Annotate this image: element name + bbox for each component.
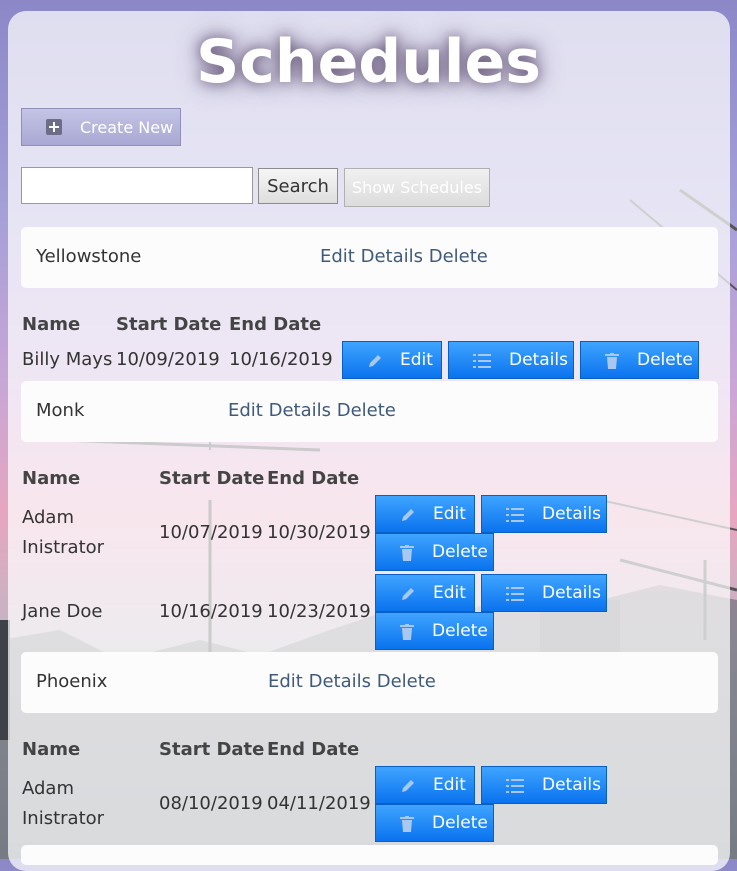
row-start-date: 08/10/2019 (159, 793, 263, 814)
delete-button[interactable]: Delete (375, 533, 494, 571)
schedule-name: Monk (36, 400, 85, 421)
trash-icon (400, 545, 416, 561)
delete-button-label: Delete (432, 813, 488, 833)
details-link[interactable]: Details (269, 400, 331, 421)
row-end-date: 10/23/2019 (267, 601, 371, 622)
list-icon (473, 353, 491, 369)
details-link[interactable]: Details (361, 246, 423, 267)
edit-link[interactable]: Edit (228, 400, 263, 421)
trash-icon (605, 353, 621, 369)
row-name-line1: Adam (22, 778, 74, 799)
row-start-date: 10/09/2019 (116, 349, 220, 370)
header-name: Name (22, 468, 81, 489)
delete-button[interactable]: Delete (580, 341, 699, 379)
page-title: Schedules (196, 27, 541, 97)
row-name-line2: Inistrator (22, 808, 105, 829)
schedule-name: Yellowstone (36, 246, 142, 267)
schedule-card: Monk Edit Details Delete (21, 381, 718, 442)
details-button-label: Details (542, 504, 601, 524)
plus-icon (46, 119, 62, 135)
schedule-card: Yellowstone Edit Details Delete (21, 227, 718, 288)
header-start-date: Start Date (159, 739, 265, 760)
list-icon (506, 778, 524, 794)
pencil-icon (400, 778, 416, 794)
edit-link[interactable]: Edit (268, 671, 303, 692)
row-start-date: 10/16/2019 (159, 601, 263, 622)
delete-button-label: Delete (432, 621, 488, 641)
header-start-date: Start Date (159, 468, 265, 489)
trash-icon (400, 624, 416, 640)
delete-link[interactable]: Delete (377, 671, 436, 692)
edit-button-label: Edit (400, 350, 433, 370)
details-button[interactable]: Details (481, 574, 607, 612)
edit-button-label: Edit (433, 504, 466, 524)
show-schedules-button[interactable]: Show Schedules (344, 168, 490, 207)
schedule-links: Edit Details Delete (268, 671, 436, 692)
delete-button[interactable]: Delete (375, 804, 494, 842)
edit-link[interactable]: Edit (320, 246, 355, 267)
header-end-date: End Date (267, 739, 360, 760)
details-button-label: Details (509, 350, 568, 370)
row-name: Billy Mays (22, 349, 113, 370)
header-name: Name (22, 739, 81, 760)
row-name-line2: Inistrator (22, 537, 105, 558)
header-name: Name (22, 314, 81, 335)
edit-button[interactable]: Edit (375, 495, 475, 533)
details-button-label: Details (542, 583, 601, 603)
row-name: Jane Doe (22, 601, 103, 622)
search-input[interactable] (21, 167, 253, 204)
schedule-links: Edit Details Delete (320, 246, 488, 267)
create-new-button[interactable]: Create New (21, 108, 181, 146)
edit-button[interactable]: Edit (342, 341, 442, 379)
edit-button[interactable]: Edit (375, 574, 475, 612)
row-start-date: 10/07/2019 (159, 522, 263, 543)
schedule-card-partial (21, 845, 718, 865)
details-button-label: Details (542, 775, 601, 795)
details-button[interactable]: Details (448, 341, 574, 379)
search-button[interactable]: Search (258, 168, 338, 204)
delete-link[interactable]: Delete (429, 246, 488, 267)
row-name-line1: Adam (22, 507, 74, 528)
edit-button[interactable]: Edit (375, 766, 475, 804)
delete-button-label: Delete (432, 542, 488, 562)
create-new-label: Create New (80, 117, 174, 137)
trash-icon (400, 816, 416, 832)
details-link[interactable]: Details (309, 671, 371, 692)
delete-button-label: Delete (637, 350, 693, 370)
header-end-date: End Date (229, 314, 322, 335)
schedule-name: Phoenix (36, 671, 108, 692)
edit-button-label: Edit (433, 583, 466, 603)
delete-button[interactable]: Delete (375, 612, 494, 650)
details-button[interactable]: Details (481, 495, 607, 533)
row-end-date: 04/11/2019 (267, 793, 371, 814)
row-end-date: 10/30/2019 (267, 522, 371, 543)
schedule-card: Phoenix Edit Details Delete (21, 652, 718, 713)
schedule-links: Edit Details Delete (228, 400, 396, 421)
pencil-icon (400, 507, 416, 523)
pencil-icon (400, 586, 416, 602)
header-end-date: End Date (267, 468, 360, 489)
list-icon (506, 507, 524, 523)
header-start-date: Start Date (116, 314, 222, 335)
edit-button-label: Edit (433, 775, 466, 795)
delete-link[interactable]: Delete (337, 400, 396, 421)
list-icon (506, 586, 524, 602)
row-end-date: 10/16/2019 (229, 349, 333, 370)
details-button[interactable]: Details (481, 766, 607, 804)
pencil-icon (367, 353, 383, 369)
